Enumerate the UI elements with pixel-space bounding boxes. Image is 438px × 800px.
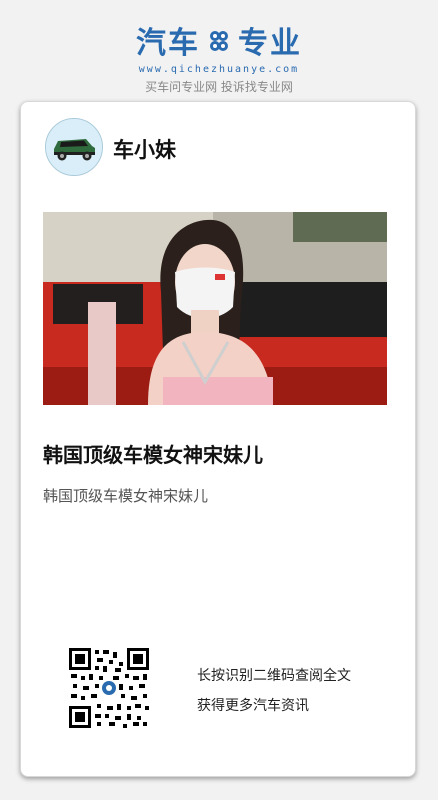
site-url[interactable]: www.qichezhuanye.com [0,64,438,75]
site-logo[interactable]: 汽车 专业 www.qichezhuanye.com 买车问专业网 投诉找专业网 [0,18,438,95]
article-title[interactable]: 韩国顶级车模女神宋妹儿 [43,439,263,468]
car-icon [46,119,102,175]
qr-code-icon[interactable] [69,648,149,728]
gear-icon [206,27,232,53]
logo-text-right: 专业 [238,26,302,61]
qr-line-2: 获得更多汽车资讯 [197,698,309,714]
hero-photo[interactable] [43,212,387,405]
qr-instructions: 长按识别二维码查阅全文 获得更多汽车资讯 [197,661,351,721]
article-card: 车小妹 韩国顶级车模女神宋妹儿 韩国顶级车模女神宋妹儿 长按识别二维码查阅全文 … [20,101,416,777]
share-poster: 汽车 专业 www.qichezhuanye.com 买车问专业网 投诉找专业网… [0,0,438,800]
slogan: 买车问专业网 投诉找专业网 [145,80,293,94]
logo-wordmark: 汽车 专业 [136,18,302,62]
qr-line-1: 长按识别二维码查阅全文 [197,668,351,684]
avatar[interactable] [45,118,103,176]
logo-text-left: 汽车 [136,26,200,61]
author-name[interactable]: 车小妹 [113,134,176,164]
article-summary: 韩国顶级车模女神宋妹儿 [43,487,209,505]
